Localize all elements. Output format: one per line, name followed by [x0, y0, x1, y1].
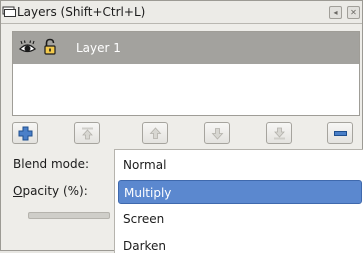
- layers-dialog: Layers (Shift+Ctrl+L) ◂ ✕ Layer 1 Blend …: [0, 0, 363, 253]
- blend-option-darken[interactable]: Darken: [115, 234, 363, 253]
- remove-layer-button[interactable]: [327, 122, 353, 144]
- add-layer-button[interactable]: [12, 122, 38, 144]
- close-button[interactable]: ✕: [347, 6, 360, 19]
- unlocked-icon[interactable]: [43, 38, 57, 56]
- title-bar: Layers (Shift+Ctrl+L) ◂ ✕: [1, 1, 362, 24]
- blend-mode-dropdown[interactable]: Normal Multiply Screen Darken: [114, 149, 363, 253]
- blend-option-normal[interactable]: Normal: [115, 153, 363, 177]
- lower-to-bottom-button[interactable]: [266, 122, 292, 144]
- blend-mode-label: Blend mode:: [13, 157, 90, 171]
- opacity-label-rest: pacity (%):: [22, 184, 88, 198]
- lower-to-bottom-icon: [274, 127, 285, 140]
- raise-layer-button[interactable]: [142, 122, 168, 144]
- plus-icon: [18, 126, 33, 141]
- blend-option-multiply[interactable]: Multiply: [118, 180, 362, 204]
- minus-icon: [334, 131, 347, 136]
- restore-button[interactable]: ◂: [329, 6, 342, 19]
- layers-list[interactable]: Layer 1: [12, 31, 360, 116]
- opacity-slider[interactable]: [28, 212, 110, 219]
- opacity-label: Opacity (%):: [13, 184, 88, 198]
- layer-row[interactable]: Layer 1: [13, 32, 359, 64]
- dialog-title: Layers (Shift+Ctrl+L): [17, 5, 146, 19]
- eye-icon[interactable]: [19, 40, 36, 55]
- restore-icon: ◂: [333, 8, 338, 17]
- layers-icon: [2, 6, 16, 17]
- blend-option-screen[interactable]: Screen: [115, 207, 363, 231]
- layer-name[interactable]: Layer 1: [76, 41, 121, 55]
- arrow-down-icon: [211, 128, 224, 140]
- raise-to-top-button[interactable]: [74, 122, 100, 144]
- arrow-up-icon: [149, 127, 162, 139]
- raise-to-top-icon: [82, 127, 93, 140]
- lower-layer-button[interactable]: [204, 122, 230, 144]
- close-icon: ✕: [350, 8, 357, 17]
